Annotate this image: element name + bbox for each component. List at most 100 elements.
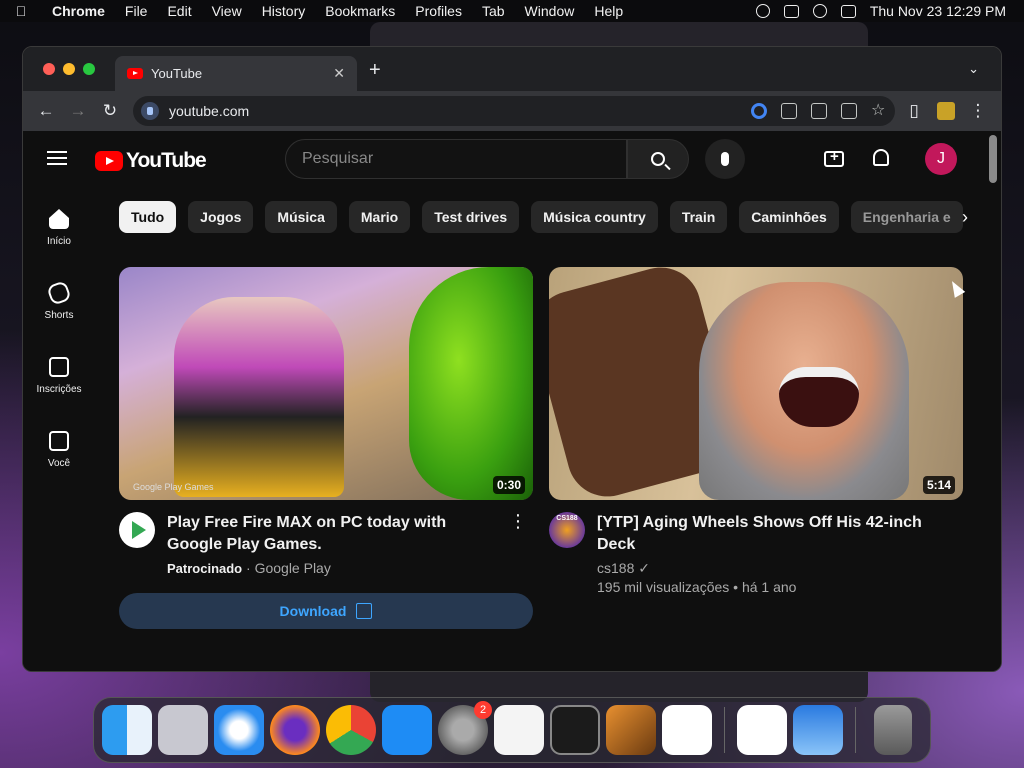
chip-music[interactable]: Música (265, 201, 337, 233)
dock-separator (855, 707, 856, 753)
account-avatar[interactable]: J (925, 143, 957, 175)
menu-profiles[interactable]: Profiles (405, 0, 472, 22)
screen-mirroring-icon[interactable] (783, 4, 799, 18)
channel-name[interactable]: Google Play (255, 560, 331, 576)
side-panel-icon[interactable]: ▯ (901, 98, 927, 124)
chip-test-drives[interactable]: Test drives (422, 201, 520, 233)
close-tab-icon[interactable]: ✕ (333, 65, 345, 82)
address-bar[interactable]: youtube.com ☆ (133, 96, 895, 126)
chip-country-music[interactable]: Música country (531, 201, 658, 233)
install-app-icon[interactable] (781, 103, 797, 119)
launchpad-icon[interactable] (158, 705, 208, 755)
chrome-menu-icon[interactable]: ⋮ (965, 98, 991, 124)
site-info-icon[interactable] (141, 102, 159, 120)
menu-history[interactable]: History (252, 0, 316, 22)
menu-view[interactable]: View (202, 0, 252, 22)
play-status-icon[interactable] (755, 4, 770, 18)
video-thumbnail[interactable]: 5:14 (549, 267, 963, 500)
video-title[interactable]: [YTP] Aging Wheels Shows Off His 42-inch… (597, 512, 963, 556)
forward-button[interactable]: → (65, 98, 91, 124)
dock-separator (724, 707, 725, 753)
apple-menu-icon[interactable]:  (0, 0, 42, 22)
tab-youtube[interactable]: YouTube ✕ (115, 56, 357, 91)
video-thumbnail[interactable]: Google Play Games 0:30 (119, 267, 533, 500)
create-video-icon[interactable] (824, 148, 844, 167)
garageband-icon[interactable] (606, 705, 656, 755)
voice-search-button[interactable] (705, 139, 745, 179)
more-actions-icon[interactable]: ⋮ (509, 512, 527, 530)
menu-window[interactable]: Window (515, 0, 585, 22)
menu-bookmarks[interactable]: Bookmarks (315, 0, 405, 22)
chip-train[interactable]: Train (669, 201, 728, 233)
chip-mario[interactable]: Mario (348, 201, 411, 233)
back-button[interactable]: ← (33, 98, 59, 124)
google-lens-icon[interactable] (751, 103, 767, 119)
close-window-button[interactable] (43, 63, 55, 75)
firefox-icon[interactable] (270, 705, 320, 755)
minimize-window-button[interactable] (63, 63, 75, 75)
sidebar-item-you[interactable]: Você (23, 409, 95, 483)
microphone-icon (721, 152, 729, 166)
channel-name[interactable]: cs188 (597, 560, 634, 576)
chrome-window: YouTube ✕ + ⌄ ← → ↻ youtube.com ☆ ▯ ⋮ Yo… (22, 46, 1002, 672)
menu-tab[interactable]: Tab (472, 0, 515, 22)
menu-edit[interactable]: Edit (157, 0, 201, 22)
chip-engineering[interactable]: Engenharia e (850, 201, 963, 233)
textedit-icon[interactable] (494, 705, 544, 755)
home-icon (49, 209, 69, 229)
guide-menu-icon[interactable] (47, 151, 67, 165)
shorts-icon (46, 280, 72, 306)
finder-icon[interactable] (102, 705, 152, 755)
chip-all[interactable]: Tudo (119, 201, 177, 233)
tab-search-chevron-icon[interactable]: ⌄ (968, 61, 979, 77)
control-center-icon[interactable] (840, 4, 856, 18)
reload-button[interactable]: ↻ (97, 98, 123, 124)
menu-help[interactable]: Help (584, 0, 633, 22)
chip-trucks[interactable]: Caminhões (739, 201, 839, 233)
menu-clock[interactable]: Thu Nov 23 12:29 PM (870, 3, 1006, 19)
thumbnail-open-mouth (779, 367, 859, 427)
video-stats: 195 mil visualizações • há 1 ano (597, 579, 797, 595)
video-card[interactable]: Google Play Games 0:30 Play Free Fire MA… (119, 267, 533, 629)
youtube-logo[interactable]: YouTube (95, 149, 207, 173)
terminal-icon[interactable] (550, 705, 600, 755)
spotlight-search-icon[interactable] (812, 4, 827, 18)
video-title[interactable]: Play Free Fire MAX on PC today with Goog… (167, 512, 533, 556)
external-link-icon (356, 603, 373, 619)
sidebar-item-label: Você (47, 458, 71, 469)
vscode-icon[interactable] (662, 705, 712, 755)
extensions-button[interactable] (933, 98, 959, 124)
chrome-icon[interactable] (326, 705, 376, 755)
youtube-play-logo-icon (95, 151, 123, 171)
new-tab-button[interactable]: + (369, 59, 381, 82)
mini-guide: Início Shorts Inscrições Você (23, 187, 95, 483)
app-store-icon[interactable] (382, 705, 432, 755)
share-icon[interactable] (841, 103, 857, 119)
address-url[interactable]: youtube.com (169, 103, 249, 119)
verified-badge-icon: ✓ (638, 560, 650, 576)
search-button[interactable] (627, 139, 689, 179)
visual-studio-icon[interactable] (737, 705, 787, 755)
search-input[interactable] (285, 139, 627, 179)
system-settings-icon[interactable]: 2 (438, 701, 492, 755)
weather-icon[interactable] (793, 705, 843, 755)
sidebar-item-shorts[interactable]: Shorts (23, 261, 95, 335)
sidebar-item-subscriptions[interactable]: Inscrições (23, 335, 95, 409)
sidebar-item-home[interactable]: Início (23, 187, 95, 261)
trash-icon[interactable] (874, 705, 912, 755)
safari-icon[interactable] (214, 705, 264, 755)
menu-app-name[interactable]: Chrome (42, 0, 115, 22)
zoom-window-button[interactable] (83, 63, 95, 75)
chip-games[interactable]: Jogos (188, 201, 254, 233)
sidebar-item-label: Shorts (44, 310, 74, 321)
menu-file[interactable]: File (115, 0, 158, 22)
notifications-bell-icon[interactable] (873, 149, 889, 166)
cs188-channel-avatar[interactable]: CS188 (549, 512, 585, 548)
bookmark-star-icon[interactable]: ☆ (871, 103, 887, 119)
google-play-channel-avatar[interactable] (119, 512, 155, 548)
download-button[interactable]: Download (119, 593, 533, 629)
video-card[interactable]: 5:14 CS188 [YTP] Aging Wheels Shows Off … (549, 267, 963, 595)
chips-next-chevron-icon[interactable]: › (949, 201, 981, 233)
page-scrollbar[interactable] (989, 135, 997, 183)
translate-icon[interactable] (811, 103, 827, 119)
